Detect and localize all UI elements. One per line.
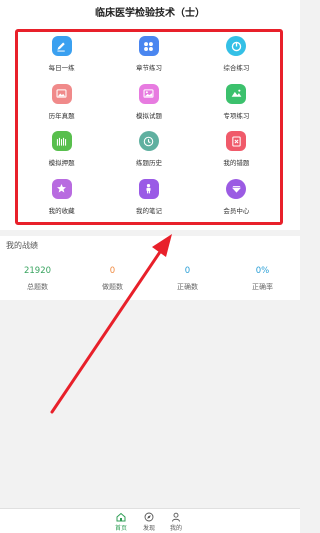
tab-discover[interactable]: 发现 <box>134 512 164 532</box>
grid-item-label: 我的笔记 <box>135 206 162 215</box>
grid-item-label: 每日一练 <box>48 64 75 72</box>
stat-value: 0% <box>255 266 270 276</box>
forest-icon <box>51 131 72 151</box>
stats-panel: 我的战绩 21920 总题数 0 做题数 0 正确数 0% 正确率 <box>0 230 300 300</box>
user-icon <box>172 512 180 522</box>
grid-item-label: 模拟押题 <box>48 159 75 167</box>
grid-item-label: 章节练习 <box>135 64 162 72</box>
grid-item-member-center[interactable]: 会员中心 <box>193 175 280 223</box>
person-note-icon <box>138 178 159 199</box>
bottom-tab-bar: 首页 发现 我的 <box>0 508 300 533</box>
stats-title: 我的战绩 <box>6 241 38 250</box>
stat-label: 正确数 <box>177 283 198 291</box>
stat-label: 做题数 <box>102 283 123 291</box>
home-icon <box>116 512 126 522</box>
grid-item-label: 练题历史 <box>135 159 162 167</box>
grid-item-my-favorites[interactable]: 我的收藏 <box>18 175 105 223</box>
grid-item-comprehensive-practice[interactable]: 综合练习 <box>193 32 280 80</box>
landscape-icon <box>226 83 247 104</box>
stat-label: 正确率 <box>252 283 273 291</box>
grid-item-label: 会员中心 <box>223 206 250 215</box>
grid-item-my-wrong-answers[interactable]: 我的错题 <box>193 127 280 175</box>
page-title: 临床医学检验技术（士） <box>95 8 205 19</box>
tab-label: 发现 <box>142 525 155 532</box>
grid-icon <box>138 36 159 56</box>
stat-answered: 0 做题数 <box>75 266 150 292</box>
grid-item-past-exams[interactable]: 历年真题 <box>18 80 105 128</box>
clock-icon <box>138 131 159 151</box>
grid-item-special-practice[interactable]: 专项练习 <box>193 80 280 128</box>
stat-correct: 0 正确数 <box>150 266 225 292</box>
stat-label: 总题数 <box>27 283 48 291</box>
stat-value: 21920 <box>23 266 52 276</box>
feature-grid: 每日一练 章节练习 综合练习 历年真题 模拟试题 专项练习 模拟押题 练题历史 … <box>18 32 280 222</box>
stat-accuracy: 0% 正确率 <box>225 266 300 292</box>
pencil-icon <box>51 36 72 56</box>
diamond-icon <box>226 178 247 199</box>
grid-item-mock-predictions[interactable]: 模拟押题 <box>18 127 105 175</box>
picture-icon <box>138 83 159 104</box>
image-icon <box>51 83 72 104</box>
grid-item-practice-history[interactable]: 练题历史 <box>105 127 192 175</box>
grid-item-label: 历年真题 <box>48 111 75 120</box>
grid-item-label: 我的错题 <box>223 159 250 167</box>
compass-icon <box>144 512 154 522</box>
grid-item-my-notes[interactable]: 我的笔记 <box>105 175 192 223</box>
grid-item-daily-practice[interactable]: 每日一练 <box>18 32 105 80</box>
stat-total-questions: 21920 总题数 <box>0 266 75 292</box>
grid-item-label: 专项练习 <box>223 111 250 120</box>
grid-item-mock-tests[interactable]: 模拟试题 <box>105 80 192 128</box>
star-icon <box>51 178 72 199</box>
grid-item-label: 综合练习 <box>223 64 250 72</box>
stat-value: 0 <box>184 266 191 276</box>
wrong-list-icon <box>226 131 247 151</box>
grid-item-label: 模拟试题 <box>135 111 162 120</box>
grid-item-chapter-practice[interactable]: 章节练习 <box>105 32 192 80</box>
tab-home[interactable]: 首页 <box>106 512 136 532</box>
stat-value: 0 <box>109 266 116 276</box>
tab-label: 我的 <box>169 525 182 532</box>
tab-label: 首页 <box>114 525 127 532</box>
tab-mine[interactable]: 我的 <box>161 512 191 532</box>
power-icon <box>226 36 247 56</box>
grid-item-label: 我的收藏 <box>48 206 75 215</box>
